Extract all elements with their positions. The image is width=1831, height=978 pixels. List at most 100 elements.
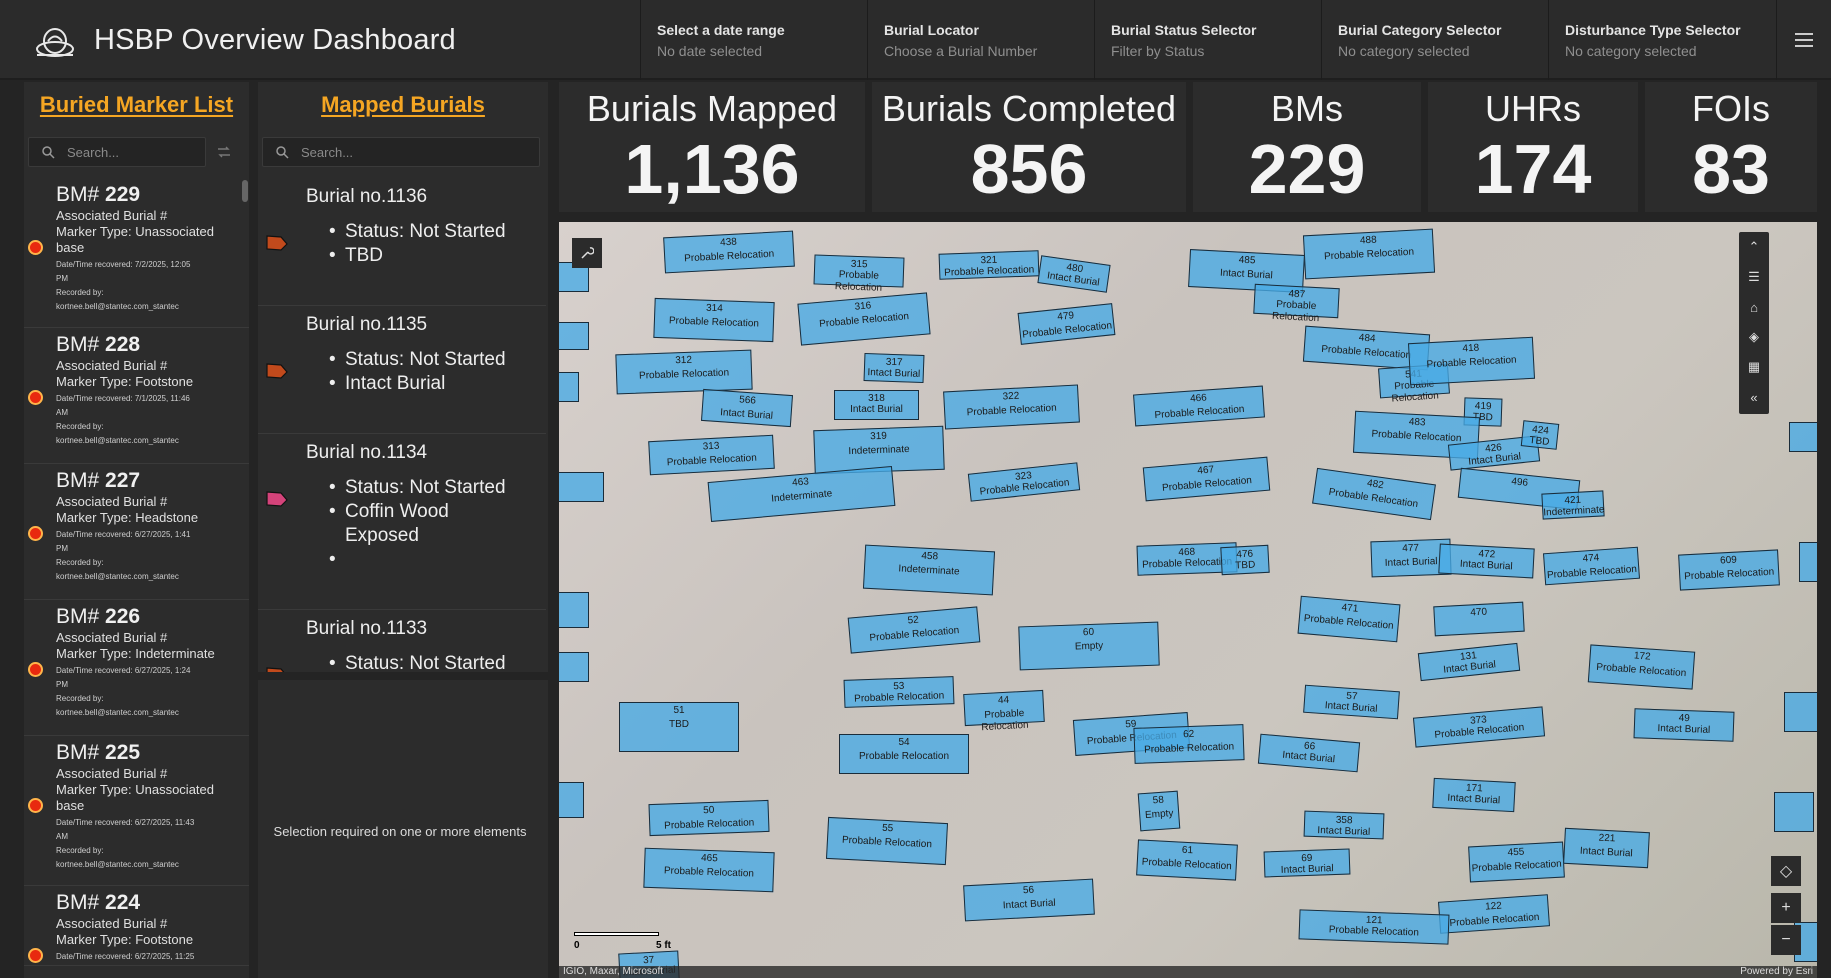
marker-list-item[interactable]: BM# 228 Associated Burial # Marker Type: F…: [24, 328, 249, 464]
basemap-gallery-icon[interactable]: ▦: [1739, 352, 1769, 382]
burial-polygon[interactable]: 60 Empty: [1018, 621, 1160, 671]
menu-button[interactable]: [1776, 0, 1831, 80]
burial-polygon[interactable]: 314 Probable Relocation: [653, 297, 775, 343]
burial-polygon[interactable]: 312 Probable Relocation: [615, 349, 753, 395]
burial-polygon[interactable]: 479 Probable Relocation: [1017, 303, 1116, 345]
burial-polygon[interactable]: 57 Intact Burial: [1303, 684, 1400, 720]
burial-polygon[interactable]: [1799, 542, 1817, 582]
burial-polygon[interactable]: 421 Indeterminate: [1541, 490, 1605, 520]
burial-polygon[interactable]: [559, 472, 604, 502]
polygon-category: Probable Relocation: [981, 707, 1029, 734]
burial-category-selector[interactable]: Burial Category Selector No category sele…: [1321, 0, 1548, 80]
disturbance-type-selector[interactable]: Disturbance Type Selector No category sel…: [1548, 0, 1776, 80]
burial-polygon[interactable]: 467 Probable Relocation: [1142, 456, 1271, 502]
burial-polygon[interactable]: 358 Intact Burial: [1303, 810, 1385, 840]
zoom-in-button[interactable]: +: [1771, 893, 1801, 923]
locate-button[interactable]: ◇: [1771, 856, 1801, 886]
burial-polygon[interactable]: 463 Indeterminate: [707, 466, 896, 522]
burial-polygon[interactable]: 321 Probable Relocation: [938, 250, 1040, 280]
burial-polygon[interactable]: 466 Probable Relocation: [1133, 385, 1265, 427]
burial-polygon[interactable]: 62 Probable Relocation: [1133, 724, 1245, 764]
burial-polygon[interactable]: [1774, 792, 1814, 832]
burial-polygon[interactable]: 458 Indeterminate: [862, 544, 996, 596]
burial-polygon[interactable]: 474 Probable Relocation: [1542, 546, 1641, 586]
search-input[interactable]: Search...: [262, 137, 540, 167]
marker-heading: BM# 226: [56, 605, 141, 628]
mapped-burial-item[interactable]: Burial no.1135 Status: Not StartedIntact …: [258, 306, 546, 434]
burial-polygon[interactable]: 476 TBD: [1220, 544, 1270, 576]
burial-polygon[interactable]: 69 Intact Burial: [1263, 848, 1351, 878]
burial-polygon[interactable]: 317 Intact Burial: [863, 352, 925, 384]
layers-icon[interactable]: ◈: [1739, 322, 1769, 352]
filter-icon[interactable]: [216, 145, 232, 159]
burial-polygon[interactable]: 318 Intact Burial: [834, 390, 919, 420]
burial-polygon[interactable]: 52 Probable Relocation: [847, 606, 981, 654]
search-input[interactable]: Search...: [28, 137, 206, 167]
burial-polygon[interactable]: [559, 592, 589, 628]
burial-polygon[interactable]: 465 Probable Relocation: [643, 847, 775, 893]
burial-polygon[interactable]: 58 Empty: [1137, 790, 1181, 832]
burial-locator-selector[interactable]: Burial Locator Choose a Burial Number: [867, 0, 1094, 80]
burial-polygon[interactable]: 50 Probable Relocation: [648, 799, 770, 837]
burial-polygon[interactable]: 56 Intact Burial: [963, 878, 1095, 922]
collapse-left-icon[interactable]: «: [1739, 382, 1769, 412]
burial-polygon[interactable]: [1789, 422, 1817, 452]
burial-polygon[interactable]: 418 Probable Relocation: [1407, 336, 1536, 386]
burial-polygon[interactable]: 172 Probable Relocation: [1587, 644, 1696, 690]
burial-polygon[interactable]: 472 Intact Burial: [1438, 543, 1535, 579]
collapse-up-icon[interactable]: ⌃: [1739, 232, 1769, 262]
burial-polygon[interactable]: 488 Probable Relocation: [1302, 228, 1436, 280]
burial-polygon[interactable]: [559, 652, 589, 682]
marker-list-item[interactable]: BM# 224 Associated Burial # Marker Type: F…: [24, 886, 249, 966]
burial-polygon[interactable]: 480 Intact Burial: [1037, 255, 1111, 293]
burial-polygon[interactable]: 438 Probable Relocation: [663, 230, 795, 274]
burial-polygon[interactable]: 424 TBD: [1520, 420, 1560, 450]
burial-polygon[interactable]: 121 Probable Relocation: [1298, 909, 1450, 945]
mapped-burial-item[interactable]: Burial no.1134 Status: Not StartedCoffin …: [258, 434, 546, 610]
burial-polygon[interactable]: 54 Probable Relocation: [839, 734, 969, 774]
burial-polygon[interactable]: 313 Probable Relocation: [648, 434, 775, 476]
burial-polygon[interactable]: 171 Intact Burial: [1432, 777, 1516, 813]
legend-icon[interactable]: ☰: [1739, 262, 1769, 292]
home-icon[interactable]: ⌂: [1739, 292, 1769, 322]
marker-list-item[interactable]: BM# 225 Associated Burial # Marker Type: U…: [24, 736, 249, 886]
burial-polygon[interactable]: 316 Probable Relocation: [797, 292, 931, 346]
powered-by-text[interactable]: Powered by Esri: [1740, 966, 1813, 977]
map-view[interactable]: 438 Probable Relocation 315 Probable Reloca…: [559, 222, 1817, 978]
marker-heading: BM# 227: [56, 469, 141, 492]
burial-polygon[interactable]: 53 Probable Relocation: [843, 676, 955, 708]
burial-status-selector[interactable]: Burial Status Selector Filter by Status: [1094, 0, 1321, 80]
burial-polygon[interactable]: 51 TBD: [619, 702, 739, 752]
burial-polygon[interactable]: 373 Probable Relocation: [1412, 706, 1546, 748]
burial-polygon[interactable]: 55 Probable Relocation: [825, 816, 949, 866]
burial-polygon[interactable]: 122 Probable Relocation: [1438, 894, 1550, 934]
burial-polygon[interactable]: 322 Probable Relocation: [943, 384, 1080, 430]
burial-polygon[interactable]: [559, 782, 584, 818]
burial-polygon[interactable]: 221 Intact Burial: [1563, 827, 1650, 869]
burial-polygon[interactable]: [559, 322, 589, 350]
burial-polygon[interactable]: [559, 372, 579, 402]
burial-polygon[interactable]: 470: [1433, 601, 1525, 637]
marker-list-item[interactable]: BM# 226 Associated Burial # Marker Type: I…: [24, 600, 249, 736]
marker-list-item[interactable]: BM# 229 Associated Burial # Marker Type: U…: [24, 178, 249, 328]
burial-polygon[interactable]: 49 Intact Burial: [1633, 708, 1735, 742]
marker-list-item[interactable]: BM# 227 Associated Burial # Marker Type: H…: [24, 464, 249, 600]
burial-polygon[interactable]: 44 Probable Relocation: [963, 689, 1045, 733]
mapped-burial-item[interactable]: Burial no.1133 Status: Not Started: [258, 610, 546, 672]
mapped-burial-item[interactable]: Burial no.1136 Status: Not StartedTBD: [258, 178, 546, 306]
burial-polygon[interactable]: [1784, 692, 1817, 732]
burial-polygon[interactable]: 566 Intact Burial: [700, 388, 794, 428]
burial-polygon[interactable]: 66 Intact Burial: [1257, 733, 1361, 773]
burial-polygon[interactable]: 315 Probable Relocation: [813, 254, 905, 294]
burial-polygon[interactable]: 455 Probable Relocation: [1468, 841, 1565, 883]
burial-polygon[interactable]: 131 Intact Burial: [1417, 642, 1521, 682]
burial-polygon[interactable]: 487 Probable Relocation: [1253, 283, 1340, 324]
burial-polygon[interactable]: 61 Probable Relocation: [1136, 839, 1238, 881]
zoom-out-button[interactable]: −: [1771, 925, 1801, 955]
date-range-selector[interactable]: Select a date range No date selected: [640, 0, 870, 80]
burial-polygon[interactable]: 482 Probable Relocation: [1312, 467, 1436, 521]
map-tool-button[interactable]: [572, 238, 602, 268]
burial-polygon[interactable]: 609 Probable Relocation: [1678, 549, 1780, 591]
burial-polygon[interactable]: 323 Probable Relocation: [967, 462, 1081, 502]
burial-polygon[interactable]: 471 Probable Relocation: [1297, 595, 1401, 643]
